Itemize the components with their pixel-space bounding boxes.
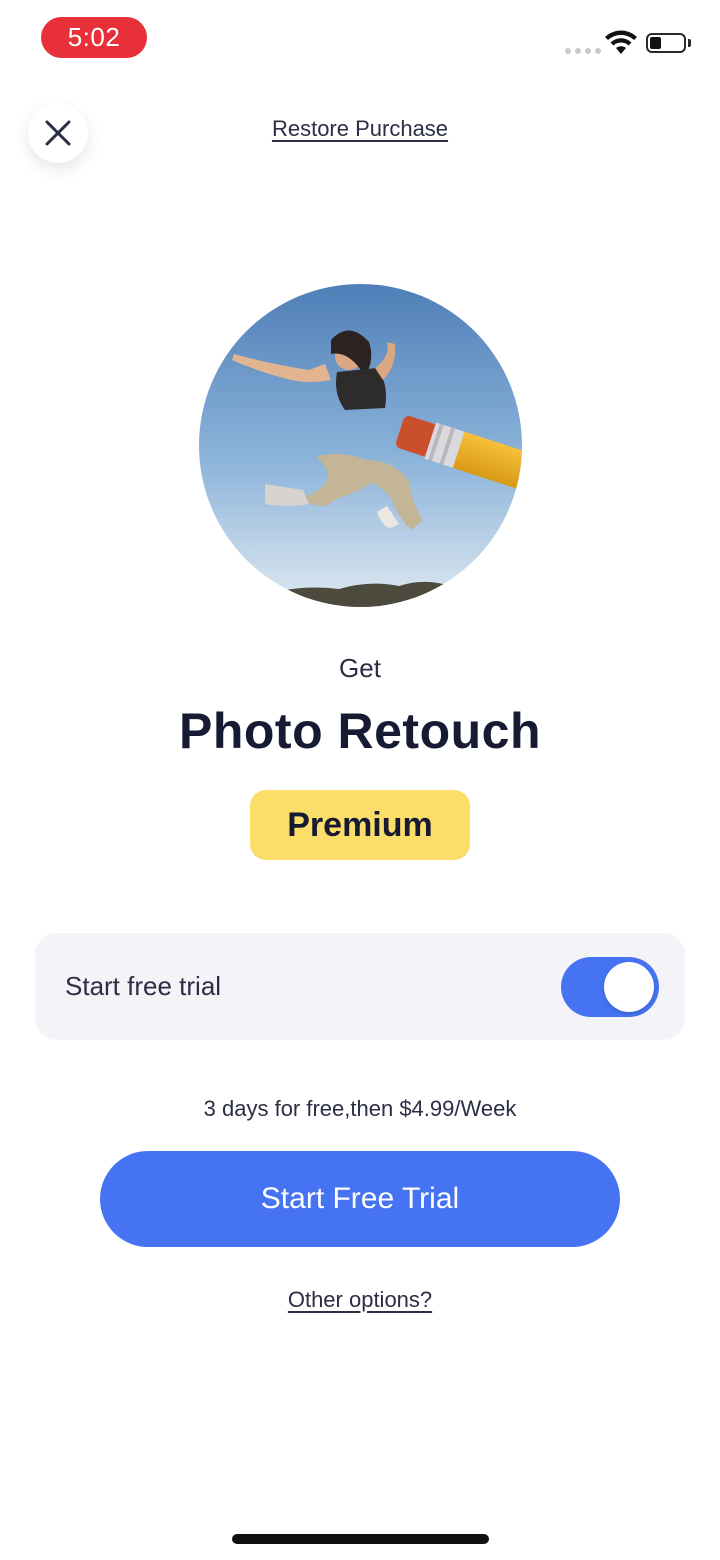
battery-tip xyxy=(688,39,691,47)
restore-purchase-link[interactable]: Restore Purchase xyxy=(160,116,560,142)
premium-badge: Premium xyxy=(250,790,470,860)
close-icon xyxy=(45,120,71,146)
pricing-text: 3 days for free,then $4.99/Week xyxy=(203,1096,517,1121)
free-trial-card: Start free trial xyxy=(35,933,685,1040)
other-options-link[interactable]: Other options? xyxy=(0,1287,720,1313)
start-free-trial-button[interactable]: Start Free Trial xyxy=(100,1151,620,1247)
toggle-knob xyxy=(604,962,654,1012)
battery-icon xyxy=(646,33,686,53)
hero-image xyxy=(199,284,522,607)
wifi-icon xyxy=(604,30,638,56)
get-label: Get xyxy=(339,653,381,683)
app-title: Photo Retouch xyxy=(178,703,542,759)
signal-dots-icon xyxy=(565,48,601,54)
status-time: 5:02 xyxy=(41,17,147,58)
free-trial-label: Start free trial xyxy=(65,971,222,1001)
close-button[interactable] xyxy=(28,103,88,163)
free-trial-toggle[interactable] xyxy=(561,957,659,1017)
home-indicator xyxy=(232,1534,489,1544)
